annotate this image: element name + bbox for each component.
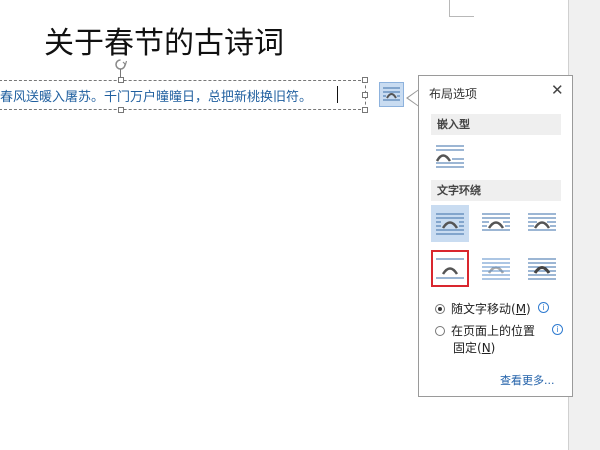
resize-handle-bottom-right[interactable] — [362, 107, 368, 113]
resize-handle-top-right[interactable] — [362, 77, 368, 83]
section-inline: 嵌入型 — [431, 114, 561, 135]
wrap-through-option[interactable] — [523, 205, 561, 242]
wrap-square-option[interactable] — [431, 205, 469, 242]
move-with-text-suffix: ) — [526, 302, 531, 316]
info-icon[interactable]: i — [538, 302, 549, 313]
move-with-text-radio[interactable] — [435, 304, 445, 314]
document-title: 关于春节的古诗词 — [44, 26, 284, 61]
fix-position-line2: 固定(N) — [453, 339, 495, 356]
resize-handle-top[interactable] — [118, 77, 124, 83]
wrap-in-front-option[interactable] — [523, 250, 561, 287]
layout-options-pane: 布局选项 ✕ 嵌入型 文字环绕 随文字移动(M) i 在页面上的位置 固定(N)… — [418, 75, 573, 397]
resize-handle-right[interactable] — [362, 92, 368, 98]
fix-position-radio[interactable] — [435, 326, 445, 336]
rotate-handle-icon[interactable] — [114, 56, 128, 70]
wrap-top-bottom-icon — [436, 258, 464, 278]
move-with-text-label: 随文字移动( — [451, 302, 516, 316]
layout-options-icon — [383, 87, 400, 101]
layout-options-button[interactable] — [379, 82, 404, 107]
wrap-behind-text-icon — [482, 258, 510, 279]
wrap-through-icon — [528, 213, 556, 230]
wrap-tight-option[interactable] — [477, 205, 515, 242]
see-more-link[interactable]: 查看更多... — [500, 372, 555, 388]
wrap-square-icon — [436, 213, 464, 234]
wrap-behind-text-option[interactable] — [477, 250, 515, 287]
wrap-top-bottom-option[interactable] — [431, 250, 469, 287]
text-box-content[interactable]: 春风送暖入屠苏。千门万户曈曈日，总把新桃换旧符。 — [0, 86, 312, 105]
fix-position-label-2: 固定( — [453, 341, 482, 355]
inline-with-text-option[interactable] — [431, 137, 469, 174]
close-icon[interactable]: ✕ — [551, 82, 564, 98]
fix-position-option[interactable]: 在页面上的位置 — [435, 322, 535, 339]
fix-position-key: N — [481, 341, 491, 355]
resize-handle-bottom[interactable] — [118, 107, 124, 113]
text-cursor — [337, 86, 338, 103]
pane-title: 布局选项 — [429, 87, 478, 101]
move-with-text-option[interactable]: 随文字移动(M) — [435, 300, 531, 317]
move-with-text-key: M — [515, 302, 527, 316]
wrap-tight-icon — [482, 213, 510, 230]
page-margin-corner — [449, 0, 474, 17]
wrap-in-front-icon — [528, 258, 556, 279]
fix-position-suffix: ) — [490, 341, 496, 355]
section-text-wrapping: 文字环绕 — [431, 180, 561, 201]
info-icon[interactable]: i — [552, 324, 563, 335]
fix-position-label: 在页面上的位置 — [451, 324, 536, 338]
inline-wrap-icon — [435, 145, 464, 167]
